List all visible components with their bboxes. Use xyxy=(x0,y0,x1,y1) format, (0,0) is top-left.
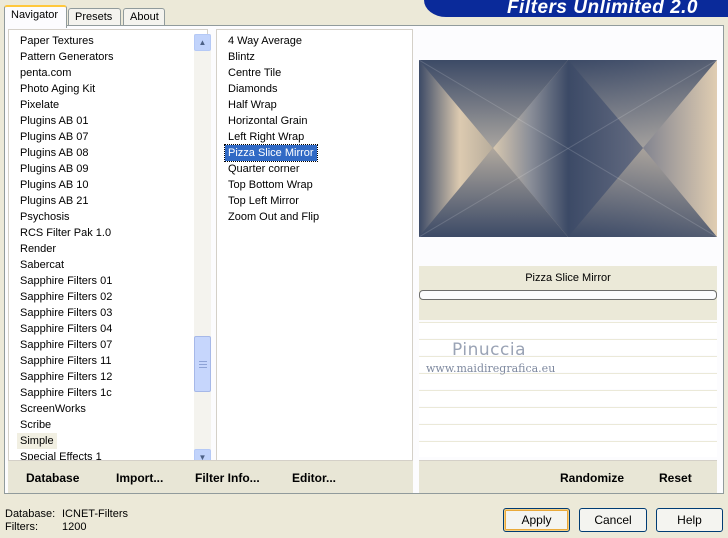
preview-image xyxy=(419,60,717,237)
filter-item[interactable]: Left Right Wrap xyxy=(225,129,307,145)
database-button[interactable]: Database xyxy=(26,471,79,485)
database-info: Database: ICNET-Filters xyxy=(5,508,128,521)
category-item[interactable]: Pixelate xyxy=(17,97,62,113)
tab-navigator[interactable]: Navigator xyxy=(4,5,67,28)
randomize-button[interactable]: Randomize xyxy=(560,471,624,485)
preview-filter-name: Pizza Slice Mirror xyxy=(525,272,611,284)
filter-item[interactable]: Pizza Slice Mirror xyxy=(224,144,318,162)
apply-button[interactable]: Apply xyxy=(503,508,570,532)
category-item[interactable]: Plugins AB 10 xyxy=(17,177,92,193)
database-value: ICNET-Filters xyxy=(62,508,128,520)
banner-title: Filters Unlimited 2.0 xyxy=(506,0,698,17)
category-list[interactable]: Paper Textures Pattern Generators penta.co… xyxy=(8,29,211,466)
category-item[interactable]: Psychosis xyxy=(17,209,73,225)
category-item[interactable]: Scribe xyxy=(17,417,54,433)
category-item[interactable]: Sapphire Filters 03 xyxy=(17,305,115,321)
filter-item[interactable]: Zoom Out and Flip xyxy=(225,209,322,225)
filters-info: Filters: 1200 xyxy=(5,521,86,534)
filter-info-button[interactable]: Filter Info... xyxy=(195,471,260,485)
category-item[interactable]: Plugins AB 07 xyxy=(17,129,92,145)
category-item[interactable]: Sapphire Filters 11 xyxy=(17,353,115,369)
category-item[interactable]: Plugins AB 01 xyxy=(17,113,92,129)
category-item[interactable]: Sapphire Filters 02 xyxy=(17,289,115,305)
import-button[interactable]: Import... xyxy=(116,471,163,485)
category-item[interactable]: Sabercat xyxy=(17,257,67,273)
editor-button[interactable]: Editor... xyxy=(292,471,336,485)
parameter-row xyxy=(419,322,717,338)
parameter-row xyxy=(419,390,717,406)
chevron-up-icon: ▲ xyxy=(198,38,207,47)
category-item[interactable]: RCS Filter Pak 1.0 xyxy=(17,225,114,241)
left-button-bar: Database Import... Filter Info... Editor… xyxy=(8,460,413,493)
category-item[interactable]: Paper Textures xyxy=(17,33,97,49)
filter-item[interactable]: Quarter corner xyxy=(225,161,303,177)
category-scrollbar[interactable]: ▲ ▼ xyxy=(194,34,211,466)
help-button[interactable]: Help xyxy=(656,508,723,532)
category-item[interactable]: Photo Aging Kit xyxy=(17,81,98,97)
category-item[interactable]: Sapphire Filters 04 xyxy=(17,321,115,337)
parameter-row xyxy=(419,424,717,440)
filter-item[interactable]: Top Bottom Wrap xyxy=(225,177,316,193)
reset-button[interactable]: Reset xyxy=(659,471,692,485)
navigator-panel: Paper Textures Pattern Generators penta.co… xyxy=(4,25,724,494)
category-item[interactable]: penta.com xyxy=(17,65,74,81)
filters-label: Filters: xyxy=(5,521,38,533)
category-item[interactable]: Plugins AB 09 xyxy=(17,161,92,177)
category-item[interactable]: Sapphire Filters 1c xyxy=(17,385,115,401)
filter-name-area: Pizza Slice Mirror xyxy=(419,266,717,320)
scroll-thumb[interactable] xyxy=(194,336,211,392)
category-item[interactable]: Plugins AB 21 xyxy=(17,193,92,209)
filter-item[interactable]: Half Wrap xyxy=(225,97,280,113)
category-item[interactable]: Pattern Generators xyxy=(17,49,117,65)
watermark-name: Pinuccia xyxy=(452,340,526,360)
progress-bar xyxy=(419,290,717,300)
grip-icon xyxy=(199,361,207,368)
filter-item[interactable]: 4 Way Average xyxy=(225,33,305,49)
filters-value: 1200 xyxy=(62,521,87,533)
scroll-up-button[interactable]: ▲ xyxy=(194,34,211,51)
filter-item[interactable]: Top Left Mirror xyxy=(225,193,302,209)
watermark-url: www.maidiregrafica.eu xyxy=(426,362,556,375)
cancel-button[interactable]: Cancel xyxy=(579,508,647,532)
category-item[interactable]: Sapphire Filters 01 xyxy=(17,273,115,289)
parameter-row xyxy=(419,407,717,423)
category-item[interactable]: Sapphire Filters 07 xyxy=(17,337,115,353)
title-banner: Filters Unlimited 2.0 xyxy=(424,0,728,17)
right-button-bar: Randomize Reset xyxy=(419,460,717,493)
filter-list[interactable]: 4 Way Average Blintz Centre Tile Diamonds Ha… xyxy=(216,29,413,463)
category-item[interactable]: Simple xyxy=(17,433,57,449)
filter-item[interactable]: Centre Tile xyxy=(225,65,284,81)
parameter-row xyxy=(419,441,717,457)
filter-item[interactable]: Diamonds xyxy=(225,81,281,97)
filter-item[interactable]: Horizontal Grain xyxy=(225,113,310,129)
category-item[interactable]: Plugins AB 08 xyxy=(17,145,92,161)
category-item[interactable]: Sapphire Filters 12 xyxy=(17,369,115,385)
category-item[interactable]: Render xyxy=(17,241,59,257)
database-label: Database: xyxy=(5,508,56,520)
category-item[interactable]: ScreenWorks xyxy=(17,401,89,417)
filter-item[interactable]: Blintz xyxy=(225,49,258,65)
parameter-row xyxy=(419,373,717,389)
